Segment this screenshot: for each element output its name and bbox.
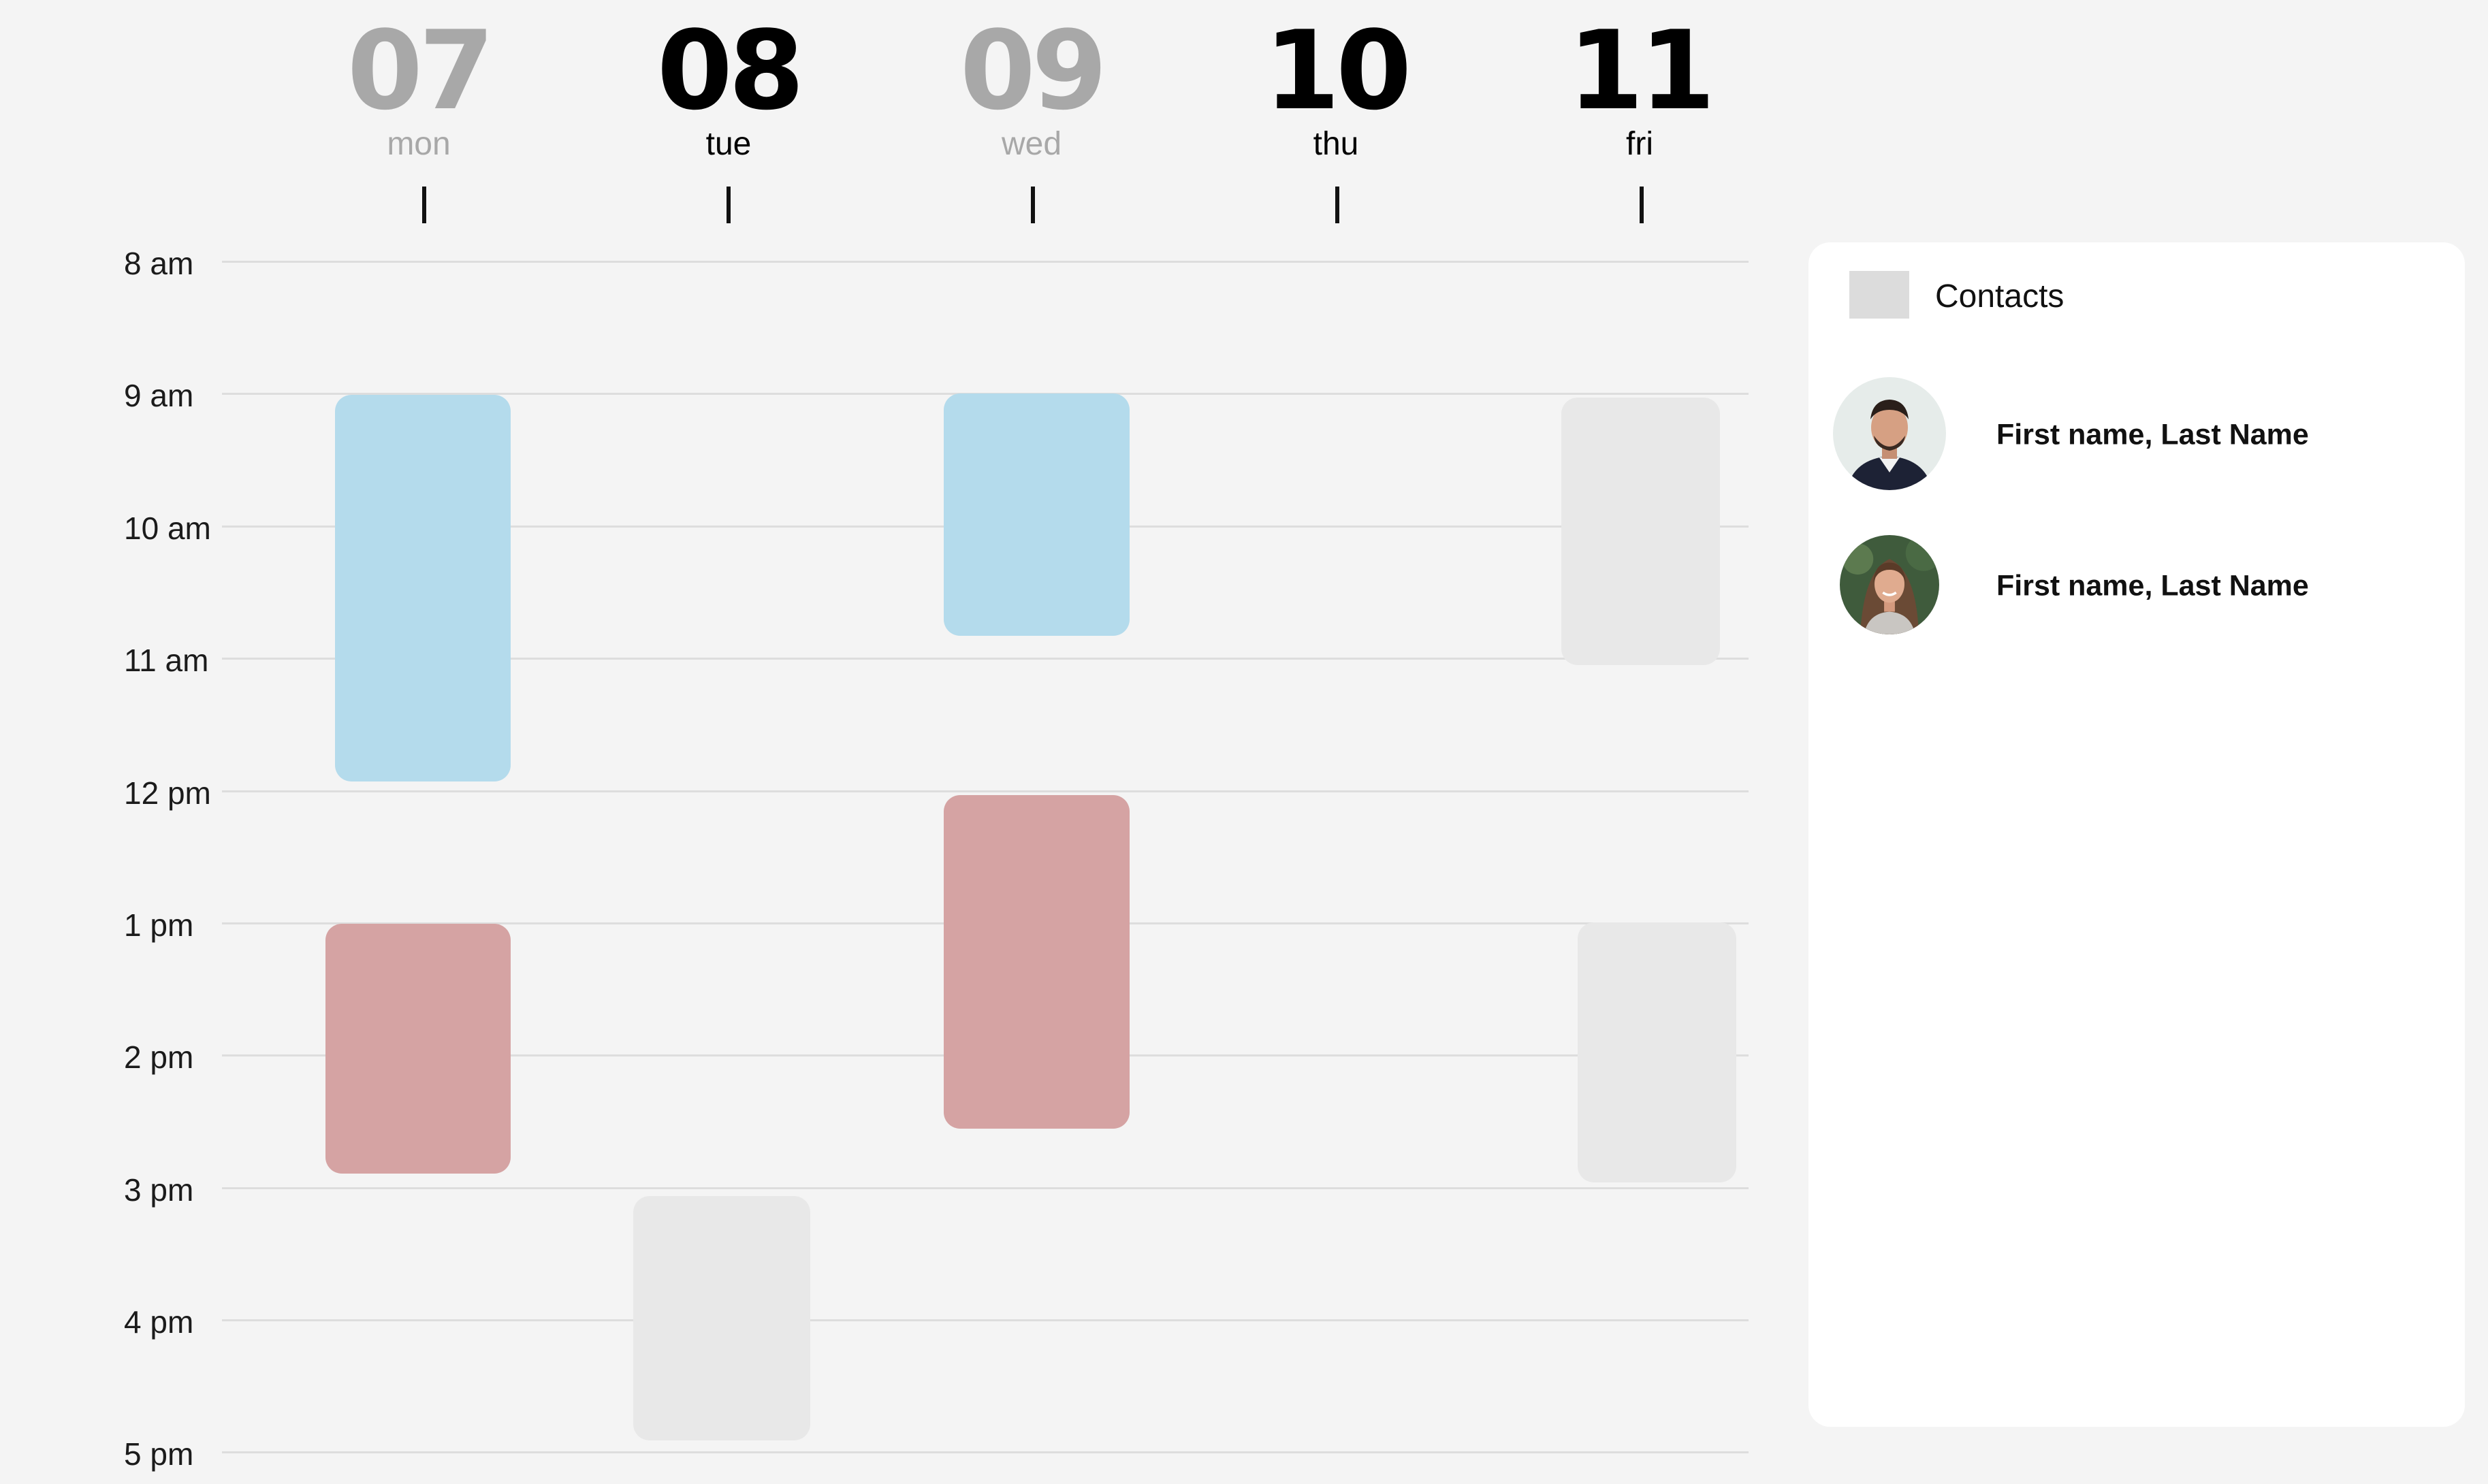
- hour-label: 10 am: [124, 511, 211, 546]
- event-block-fri-afternoon[interactable]: [1578, 922, 1736, 1182]
- day-header-thu[interactable]: 10 thu: [1234, 14, 1438, 165]
- day-number: 09: [959, 7, 1108, 134]
- avatar-woman-icon: [1840, 535, 1939, 634]
- hour-label: 8 am: [124, 246, 194, 281]
- hour-gridline: [222, 1319, 1749, 1321]
- day-number: 07: [347, 7, 495, 134]
- hour-gridline: [222, 1187, 1749, 1189]
- day-header-mon[interactable]: 07 mon: [317, 14, 521, 165]
- contacts-title: Contacts: [1935, 278, 2064, 314]
- event-block-mon-morning[interactable]: [335, 395, 511, 781]
- hour-label: 4 pm: [124, 1304, 194, 1340]
- day-tick-fri: [1640, 187, 1644, 223]
- contact-item[interactable]: First name, Last Name: [1833, 377, 2446, 493]
- hour-gridline: [222, 790, 1749, 792]
- day-header-tue[interactable]: 08 tue: [626, 14, 831, 165]
- contacts-panel: Contacts First name, Last Name First nam…: [1808, 242, 2465, 1427]
- contacts-color-swatch: [1849, 271, 1909, 319]
- hour-label: 9 am: [124, 378, 194, 413]
- day-header-wed[interactable]: 09 wed: [929, 14, 1134, 165]
- day-number: 11: [1567, 7, 1716, 134]
- contact-name: First name, Last Name: [1996, 569, 2309, 602]
- event-block-tue-afternoon[interactable]: [633, 1196, 810, 1440]
- event-block-fri-morning[interactable]: [1561, 398, 1720, 665]
- hour-label: 12 pm: [124, 775, 211, 811]
- contact-item[interactable]: First name, Last Name: [1833, 528, 2446, 644]
- event-block-wed-midday[interactable]: [944, 795, 1130, 1129]
- hour-gridline: [222, 261, 1749, 263]
- contact-name: First name, Last Name: [1996, 418, 2309, 451]
- event-block-mon-afternoon[interactable]: [325, 924, 511, 1174]
- event-block-wed-morning[interactable]: [944, 393, 1130, 636]
- hour-gridline: [222, 1451, 1749, 1453]
- hour-label: 11 am: [124, 643, 209, 678]
- day-number: 10: [1264, 7, 1412, 134]
- day-tick-tue: [727, 187, 731, 223]
- day-header-fri[interactable]: 11 fri: [1537, 14, 1742, 165]
- day-tick-thu: [1335, 187, 1339, 223]
- day-number: 08: [656, 7, 805, 134]
- hour-label: 5 pm: [124, 1436, 194, 1472]
- hour-label: 1 pm: [124, 907, 194, 943]
- hour-label: 3 pm: [124, 1172, 194, 1208]
- avatar-man-icon: [1833, 377, 1946, 490]
- hour-label: 2 pm: [124, 1039, 194, 1075]
- day-tick-mon: [422, 187, 426, 223]
- day-tick-wed: [1031, 187, 1035, 223]
